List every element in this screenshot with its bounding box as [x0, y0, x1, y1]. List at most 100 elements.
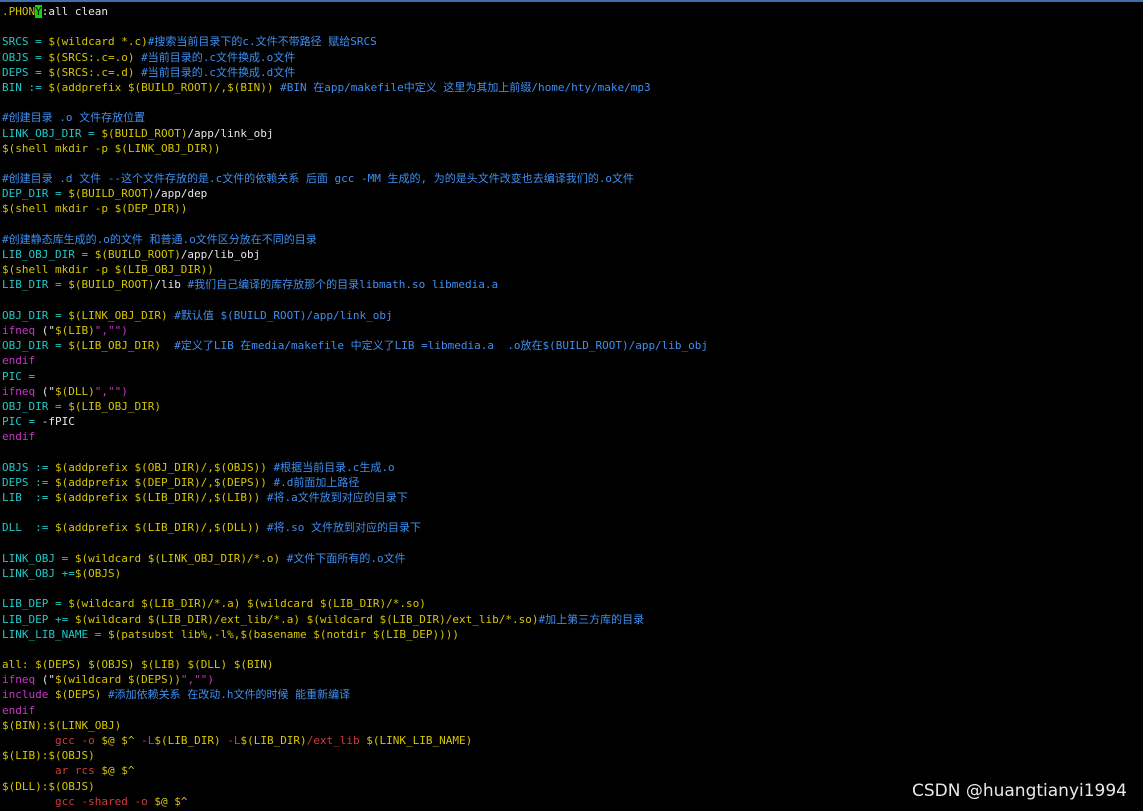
- code-token: $@ $^: [101, 734, 142, 747]
- code-token: include: [2, 688, 49, 702]
- code-line[interactable]: DEP_DIR = $(BUILD_ROOT)/app/dep: [2, 186, 1141, 201]
- code-line[interactable]: $(shell mkdir -p $(LINK_OBJ_DIR)): [2, 141, 1141, 156]
- code-token: #创建目录 .d 文件 --这个文件存放的是.c文件的依赖关系 后面 gcc -…: [2, 172, 634, 186]
- code-token: #加上第三方库的目录: [538, 612, 645, 626]
- code-token: #.d前面加上路径: [266, 475, 360, 489]
- code-token: -fPIC: [41, 415, 75, 429]
- code-line[interactable]: .PHONY:all clean: [2, 4, 1141, 19]
- code-token: gcc -o: [54, 734, 102, 747]
- code-line[interactable]: [2, 581, 1141, 596]
- code-token: ar rcs: [54, 764, 102, 778]
- code-token: #我们自己编译的库存放那个的目录libmath.so libmedia.a: [180, 278, 499, 292]
- code-token: (": [35, 323, 55, 337]
- code-token: :all clean: [41, 5, 108, 18]
- code-token: ifneq: [2, 384, 36, 398]
- code-line[interactable]: $(LIB):$(OBJS): [2, 748, 1141, 763]
- code-token: $(DEPS) $(OBJS) $(LIB) $(DLL) $(BIN): [35, 658, 274, 672]
- code-token: (": [35, 673, 55, 687]
- code-line[interactable]: #创建目录 .d 文件 --这个文件存放的是.c文件的依赖关系 后面 gcc -…: [2, 171, 1141, 186]
- code-line[interactable]: [2, 444, 1141, 459]
- code-line[interactable]: OBJS := $(addprefix $(OBJ_DIR)/,$(OBJS))…: [2, 460, 1141, 475]
- code-line[interactable]: ifneq ("$(wildcard $(DEPS))",""): [2, 672, 1141, 687]
- code-line[interactable]: BIN := $(addprefix $(BUILD_ROOT)/,$(BIN)…: [2, 80, 1141, 95]
- code-token: ifneq: [2, 673, 36, 687]
- code-line[interactable]: [2, 19, 1141, 34]
- code-token: ifneq: [2, 323, 36, 337]
- code-token: $(LINK_OBJ_DIR): [68, 308, 168, 322]
- code-line[interactable]: DEPS := $(addprefix $(DEP_DIR)/,$(DEPS))…: [2, 475, 1141, 490]
- code-token: OBJ_DIR =: [2, 399, 69, 413]
- code-line[interactable]: all: $(DEPS) $(OBJS) $(LIB) $(DLL) $(BIN…: [2, 657, 1141, 672]
- code-line[interactable]: [2, 217, 1141, 232]
- code-token: $(LIB_OBJ_DIR): [68, 399, 161, 413]
- code-token: LINK_OBJ =: [2, 551, 75, 565]
- code-line[interactable]: $(shell mkdir -p $(DEP_DIR)): [2, 201, 1141, 216]
- code-line[interactable]: $(BIN):$(LINK_OBJ): [2, 718, 1141, 733]
- code-line[interactable]: DLL := $(addprefix $(LIB_DIR)/,$(DLL)) #…: [2, 520, 1141, 535]
- code-line[interactable]: LINK_OBJ +=$(OBJS): [2, 566, 1141, 581]
- code-line[interactable]: ifneq ("$(LIB)",""): [2, 323, 1141, 338]
- code-line[interactable]: endif: [2, 353, 1141, 368]
- code-token: DEPS =: [2, 65, 49, 79]
- code-editor[interactable]: .PHONY:all clean SRCS = $(wildcard *.c)#…: [2, 4, 1141, 809]
- code-line[interactable]: LIB_DEP = $(wildcard $(LIB_DIR)/*.a) $(w…: [2, 596, 1141, 611]
- code-line[interactable]: ifneq ("$(DLL)",""): [2, 384, 1141, 399]
- code-line[interactable]: gcc -o $@ $^ -L$(LIB_DIR) -L$(LIB_DIR)/e…: [2, 733, 1141, 748]
- code-line[interactable]: LINK_LIB_NAME = $(patsubst lib%,-l%,$(ba…: [2, 627, 1141, 642]
- code-line[interactable]: OBJS = $(SRCS:.c=.o) #当前目录的.c文件换成.o文件: [2, 50, 1141, 65]
- code-line[interactable]: LIB_OBJ_DIR = $(BUILD_ROOT)/app/lib_obj: [2, 247, 1141, 262]
- code-token: $(wildcard $(LIB_DIR)/*.a) $(wildcard $(…: [68, 597, 426, 611]
- code-line[interactable]: endif: [2, 429, 1141, 444]
- code-token: DEPS :=: [2, 475, 55, 489]
- code-line[interactable]: [2, 505, 1141, 520]
- code-token: OBJ_DIR =: [2, 339, 69, 353]
- code-token: $(addprefix $(LIB_DIR)/,$(DLL)): [54, 521, 261, 535]
- code-line[interactable]: [2, 293, 1141, 308]
- code-line[interactable]: OBJ_DIR = $(LINK_OBJ_DIR) #默认值 $(BUILD_R…: [2, 308, 1141, 323]
- code-line[interactable]: OBJ_DIR = $(LIB_OBJ_DIR) #定义了LIB 在media/…: [2, 338, 1141, 353]
- code-line[interactable]: DEPS = $(SRCS:.c=.d) #当前目录的.c文件换成.d文件: [2, 65, 1141, 80]
- code-token: $(addprefix $(DEP_DIR)/,$(DEPS)): [54, 475, 267, 489]
- code-token: ",""): [94, 323, 128, 337]
- code-line[interactable]: LINK_OBJ = $(wildcard $(LINK_OBJ_DIR)/*.…: [2, 551, 1141, 566]
- code-token: .PHON: [2, 5, 36, 18]
- code-line[interactable]: #创建静态库生成的.o的文件 和普通.o文件区分放在不同的目录: [2, 232, 1141, 247]
- text-cursor: Y: [35, 5, 42, 18]
- code-line[interactable]: endif: [2, 703, 1141, 718]
- code-line[interactable]: [2, 642, 1141, 657]
- code-line[interactable]: include $(DEPS) #添加依赖关系 在改动.h文件的时候 能重新编译: [2, 687, 1141, 702]
- code-line[interactable]: SRCS = $(wildcard *.c)#搜索当前目录下的c.文件不带路径 …: [2, 34, 1141, 49]
- code-token: endif: [2, 703, 36, 717]
- code-line[interactable]: LINK_OBJ_DIR = $(BUILD_ROOT)/app/link_ob…: [2, 126, 1141, 141]
- code-token: $(LINK_LIB_NAME): [366, 734, 473, 747]
- code-token: /ext_lib: [306, 734, 367, 747]
- code-token: /app/dep: [154, 187, 208, 201]
- code-token: /lib: [154, 278, 181, 292]
- code-line[interactable]: #创建目录 .o 文件存放位置: [2, 110, 1141, 125]
- code-line[interactable]: OBJ_DIR = $(LIB_OBJ_DIR): [2, 399, 1141, 414]
- code-line[interactable]: LIB := $(addprefix $(LIB_DIR)/,$(LIB)) #…: [2, 490, 1141, 505]
- code-token: $(BUILD_ROOT): [94, 248, 181, 261]
- code-token: #文件下面所有的.o文件: [280, 551, 406, 565]
- code-line[interactable]: LIB_DEP += $(wildcard $(LIB_DIR)/ext_lib…: [2, 612, 1141, 627]
- code-token: ",""): [94, 384, 128, 398]
- code-token: $(BIN):$(LINK_OBJ): [2, 718, 122, 732]
- code-token: PIC =: [2, 415, 42, 429]
- code-line[interactable]: [2, 156, 1141, 171]
- code-token: OBJS =: [2, 50, 49, 64]
- code-token: -L: [141, 734, 155, 747]
- code-line[interactable]: PIC = -fPIC: [2, 414, 1141, 429]
- code-token: OBJ_DIR =: [2, 308, 69, 322]
- code-token: $(LIB_OBJ_DIR): [68, 339, 161, 353]
- code-line[interactable]: PIC =: [2, 369, 1141, 384]
- code-token: $(BUILD_ROOT): [68, 187, 155, 201]
- code-line[interactable]: LIB_DIR = $(BUILD_ROOT)/lib #我们自己编译的库存放那…: [2, 277, 1141, 292]
- code-line[interactable]: $(shell mkdir -p $(LIB_OBJ_DIR)): [2, 262, 1141, 277]
- code-line[interactable]: ar rcs $@ $^: [2, 763, 1141, 778]
- code-token: $(DLL): [55, 384, 95, 398]
- code-line[interactable]: [2, 536, 1141, 551]
- code-line[interactable]: [2, 95, 1141, 110]
